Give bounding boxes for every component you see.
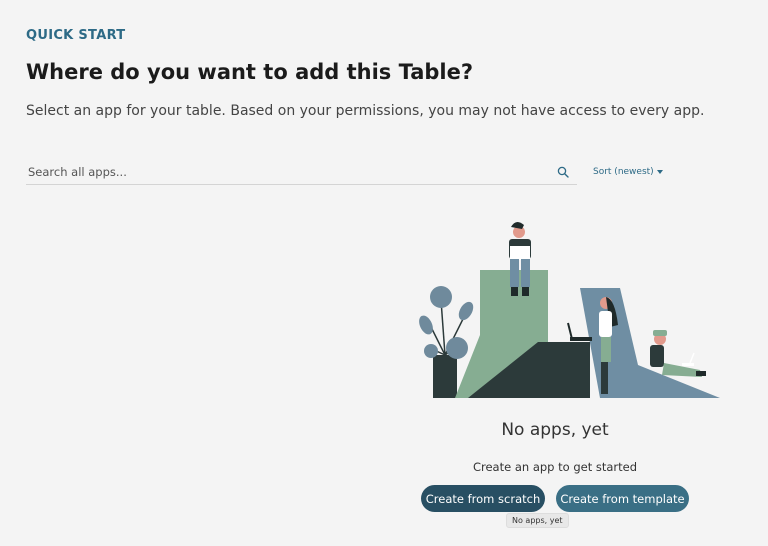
search-bar — [26, 162, 577, 185]
person-lounging-figure — [650, 330, 706, 377]
page-title: Where do you want to add this Table? — [26, 60, 474, 84]
create-from-template-button[interactable]: Create from template — [556, 485, 689, 512]
sort-label: Sort (newest) — [593, 167, 654, 177]
tooltip: No apps, yet — [506, 513, 569, 528]
sort-dropdown[interactable]: Sort (newest) — [593, 167, 663, 177]
chevron-down-icon — [656, 170, 663, 174]
quick-start-eyebrow: QUICK START — [26, 28, 126, 43]
create-from-scratch-button[interactable]: Create from scratch — [421, 485, 545, 512]
search-input[interactable] — [26, 162, 550, 182]
search-icon[interactable] — [557, 166, 569, 178]
empty-state-subtitle: Create an app to get started — [472, 460, 638, 474]
people-working-illustration — [419, 221, 720, 398]
page-subtitle: Select an app for your table. Based on y… — [26, 103, 705, 119]
empty-state-title: No apps, yet — [501, 420, 609, 440]
